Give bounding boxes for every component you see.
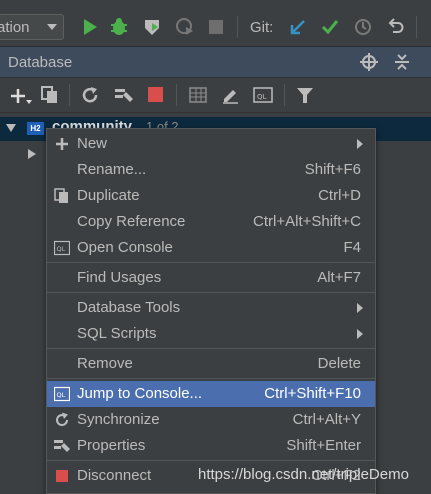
properties-icon[interactable]	[114, 86, 134, 104]
toolbar-divider	[176, 84, 177, 106]
submenu-arrow-icon	[357, 329, 363, 339]
menu-item-database-tools[interactable]: Database Tools	[47, 295, 375, 321]
collapsed-arrow-icon[interactable]	[28, 149, 36, 159]
menu-item-label: Disconnect	[77, 467, 152, 484]
menu-item-copy-reference[interactable]: Copy Reference Ctrl+Alt+Shift+C	[47, 209, 375, 235]
console-icon[interactable]: QL	[253, 86, 273, 104]
menu-item-shortcut: Shift+Enter	[286, 437, 361, 454]
menu-item-new[interactable]: New	[47, 131, 375, 157]
menu-separator	[47, 378, 375, 379]
edit-icon[interactable]	[221, 86, 239, 104]
menu-item-shortcut: Delete	[317, 355, 361, 372]
debug-icon[interactable]	[109, 17, 129, 37]
git-label: Git:	[250, 19, 274, 36]
h2-database-icon: H2	[27, 122, 44, 135]
git-history-icon[interactable]	[353, 17, 373, 37]
git-commit-icon[interactable]	[320, 17, 340, 37]
run-icon[interactable]	[80, 17, 100, 37]
toolbar-divider	[69, 84, 70, 106]
collapse-all-icon[interactable]	[393, 53, 411, 71]
git-rollback-icon[interactable]	[385, 17, 405, 37]
menu-item-label: Find Usages	[77, 269, 162, 286]
menu-item-label: Copy Reference	[77, 213, 186, 230]
refresh-icon	[54, 412, 70, 428]
console-icon: QL	[53, 240, 71, 256]
crosshair-icon[interactable]	[360, 53, 378, 71]
menu-item-shortcut: Shift+F6	[304, 161, 361, 178]
menu-item-find-usages[interactable]: Find Usages Alt+F7	[47, 265, 375, 291]
coverage-icon[interactable]	[142, 17, 162, 37]
menu-item-label: Jump to Console...	[77, 385, 203, 402]
menu-item-remove[interactable]: Remove Delete	[47, 351, 375, 377]
stop-icon[interactable]	[206, 17, 226, 37]
svg-text:QL: QL	[57, 391, 66, 399]
svg-text:QL: QL	[257, 93, 267, 101]
menu-item-label: Rename...	[77, 161, 147, 178]
filter-icon[interactable]	[296, 87, 314, 105]
menu-item-duplicate[interactable]: Duplicate Ctrl+D	[47, 183, 375, 209]
menu-item-sql-scripts[interactable]: SQL Scripts	[47, 321, 375, 347]
submenu-arrow-icon	[357, 303, 363, 313]
disconnect-icon[interactable]	[148, 87, 163, 102]
submenu-arrow-icon	[357, 139, 363, 149]
duplicate-icon	[54, 188, 70, 204]
toolbar-divider	[284, 84, 285, 106]
menu-item-shortcut: Ctrl+Alt+Y	[292, 411, 361, 428]
menu-item-label: Synchronize	[77, 411, 160, 428]
menu-item-shortcut: Ctrl+Shift+F10	[264, 385, 361, 402]
menu-item-properties[interactable]: Properties Shift+Enter	[47, 433, 375, 459]
menu-separator	[47, 262, 375, 263]
menu-separator	[47, 460, 375, 461]
menu-item-label: SQL Scripts	[77, 325, 157, 342]
toolbar-divider	[237, 16, 238, 38]
menu-item-synchronize[interactable]: Synchronize Ctrl+Alt+Y	[47, 407, 375, 433]
run-configuration-value: ation	[0, 19, 30, 36]
refresh-icon[interactable]	[81, 86, 99, 104]
menu-item-label: Properties	[77, 437, 146, 454]
stop-icon	[54, 468, 70, 484]
chevron-down-icon	[47, 24, 57, 30]
database-toolbar: QL	[0, 78, 431, 113]
table-icon[interactable]	[189, 86, 207, 104]
duplicate-icon[interactable]	[41, 86, 59, 104]
menu-item-shortcut: Ctrl+D	[318, 187, 361, 204]
menu-item-label: Duplicate	[77, 187, 140, 204]
menu-item-label: Database Tools	[77, 299, 181, 316]
run-toolbar: ation Git:	[0, 0, 431, 47]
menu-separator	[47, 348, 375, 349]
svg-text:QL: QL	[57, 245, 66, 253]
profile-icon[interactable]	[175, 17, 195, 37]
menu-separator	[47, 292, 375, 293]
menu-item-open-console[interactable]: QL Open Console F4	[47, 235, 375, 261]
database-tool-window-header: Database	[0, 47, 431, 78]
menu-item-rename[interactable]: Rename... Shift+F6	[47, 157, 375, 183]
git-update-icon[interactable]	[288, 17, 308, 37]
run-configuration-select[interactable]: ation	[0, 14, 64, 40]
toolbar-divider	[416, 16, 417, 38]
console-icon: QL	[53, 386, 71, 402]
menu-item-label: New	[77, 135, 108, 152]
menu-item-label: Remove	[77, 355, 133, 372]
add-icon[interactable]	[10, 86, 32, 106]
menu-item-label: Open Console	[77, 239, 173, 256]
context-menu: New Rename... Shift+F6 Duplicate Ctrl+D …	[46, 128, 376, 494]
menu-item-shortcut: F4	[343, 239, 361, 256]
expand-arrow-icon[interactable]	[6, 124, 16, 132]
watermark: https://blog.csdn.net/tripleDemo	[198, 466, 409, 483]
menu-item-shortcut: Alt+F7	[317, 269, 361, 286]
menu-item-jump-to-console[interactable]: QL Jump to Console... Ctrl+Shift+F10	[47, 381, 375, 407]
database-panel-title: Database	[8, 54, 73, 71]
properties-icon	[54, 438, 70, 454]
plus-icon	[54, 136, 70, 152]
menu-item-shortcut: Ctrl+Alt+Shift+C	[253, 213, 361, 230]
